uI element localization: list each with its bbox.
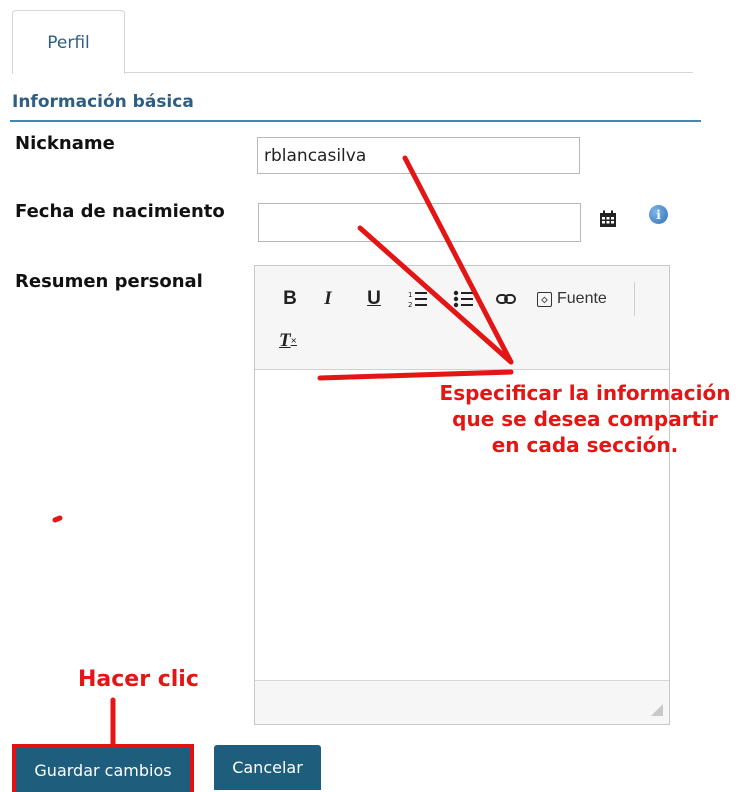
- annotation-specify-label: Especificar la información que se desea …: [439, 381, 731, 457]
- editor-toolbar: B I U 1 2 ◇ Fuente T ×: [255, 266, 669, 370]
- bold-icon[interactable]: B: [277, 286, 303, 312]
- resize-grip-icon[interactable]: [651, 704, 663, 716]
- section-title: Información básica: [12, 92, 194, 112]
- bulleted-list-icon[interactable]: [451, 286, 477, 312]
- info-icon[interactable]: i: [649, 205, 668, 224]
- tab-divider: [125, 72, 693, 73]
- save-button[interactable]: Guardar cambios: [12, 744, 194, 792]
- svg-text:2: 2: [408, 301, 412, 309]
- italic-icon[interactable]: I: [315, 286, 341, 312]
- section-divider: [10, 120, 701, 122]
- toolbar-separator: [634, 282, 635, 316]
- source-button[interactable]: ◇ Fuente: [537, 286, 607, 312]
- annotation-mark: [52, 515, 63, 523]
- numbered-list-icon[interactable]: 1 2: [405, 286, 431, 312]
- link-icon[interactable]: [493, 286, 519, 312]
- cancel-button[interactable]: Cancelar: [214, 745, 321, 790]
- source-label: Fuente: [557, 290, 607, 307]
- birthdate-label: Fecha de nacimiento: [15, 201, 225, 222]
- remove-format-icon[interactable]: T ×: [275, 328, 301, 354]
- rich-text-editor: B I U 1 2 ◇ Fuente T ×: [254, 265, 670, 725]
- nickname-input[interactable]: [257, 137, 580, 174]
- calendar-icon[interactable]: [599, 210, 617, 228]
- editor-status-bar: [255, 680, 669, 724]
- nickname-label: Nickname: [15, 133, 115, 154]
- source-icon: ◇: [537, 291, 552, 307]
- tab-perfil[interactable]: Perfil: [12, 10, 125, 74]
- underline-icon[interactable]: U: [361, 286, 387, 312]
- birthdate-input[interactable]: [258, 203, 581, 242]
- summary-label: Resumen personal: [15, 271, 203, 292]
- svg-text:1: 1: [408, 291, 412, 299]
- annotation-click-label: Hacer clic: [78, 667, 199, 692]
